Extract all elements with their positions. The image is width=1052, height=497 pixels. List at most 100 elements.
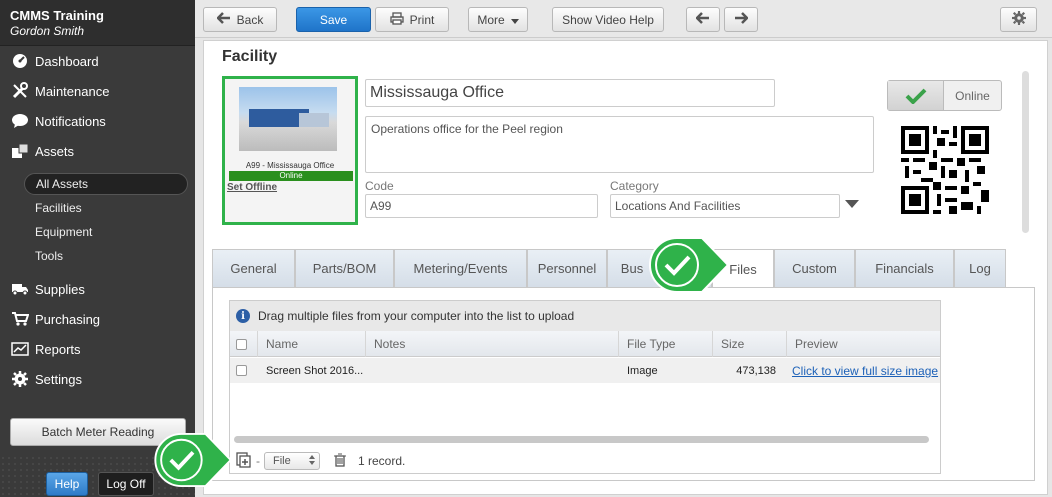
- nav-maintenance[interactable]: Maintenance: [0, 77, 195, 105]
- col-name[interactable]: Name: [257, 331, 365, 357]
- select-all-cell: [230, 331, 257, 357]
- qr-code-icon: [901, 126, 989, 214]
- back-button[interactable]: Back: [203, 7, 277, 32]
- col-file-type[interactable]: File Type: [618, 331, 712, 357]
- user-name: Gordon Smith: [10, 24, 85, 38]
- photo-caption: A99 - Mississauga Office: [245, 161, 335, 170]
- tab-personnel[interactable]: Personnel: [527, 249, 607, 287]
- settings-button[interactable]: [1000, 7, 1037, 32]
- facility-photo[interactable]: [239, 87, 337, 151]
- arrow-left-icon: [215, 12, 231, 27]
- facility-name-input[interactable]: Mississauga Office: [365, 79, 775, 107]
- save-button[interactable]: Save: [296, 7, 371, 32]
- photo-building-annex: [299, 113, 329, 127]
- sub-equipment[interactable]: Equipment: [24, 221, 188, 243]
- col-preview[interactable]: Preview: [786, 331, 940, 357]
- video-help-label: Show Video Help: [562, 12, 654, 27]
- back-label: Back: [236, 12, 264, 27]
- add-file-icon[interactable]: [236, 451, 252, 471]
- nav-reports[interactable]: Reports: [0, 335, 195, 363]
- next-record-button[interactable]: [724, 7, 758, 32]
- more-button[interactable]: More: [468, 7, 528, 32]
- tab-parts-bom[interactable]: Parts/BOM: [295, 249, 394, 287]
- log-off-button[interactable]: Log Off: [98, 472, 154, 496]
- tab-label: Bus: [620, 261, 644, 276]
- file-type: Image: [627, 364, 658, 377]
- print-button[interactable]: Print: [375, 7, 449, 32]
- tab-metering-events[interactable]: Metering/Events: [394, 249, 527, 287]
- row-checkbox-cell: [236, 358, 247, 383]
- set-offline-link[interactable]: Set Offline: [227, 182, 277, 193]
- tab-general[interactable]: General: [212, 249, 295, 287]
- tab-custom[interactable]: Custom: [774, 249, 855, 287]
- help-button[interactable]: Help: [46, 472, 88, 496]
- tab-label: Files: [729, 261, 757, 277]
- truck-icon: [10, 280, 30, 298]
- sub-facilities[interactable]: Facilities: [24, 197, 188, 219]
- nav-notifications[interactable]: Notifications: [0, 107, 195, 135]
- row-checkbox[interactable]: [236, 365, 247, 376]
- horizontal-scrollbar[interactable]: [234, 436, 929, 443]
- preview-link[interactable]: Click to view full size image: [792, 358, 938, 383]
- nav-label: Notifications: [35, 113, 106, 129]
- add-file-callout-icon: [154, 432, 232, 488]
- nav-assets[interactable]: Assets: [0, 137, 195, 165]
- nav-settings[interactable]: Settings: [0, 365, 195, 393]
- file-select-value: File: [273, 455, 291, 467]
- nav-label: Reports: [35, 341, 81, 357]
- code-input[interactable]: A99: [365, 194, 598, 218]
- dashboard-icon: [10, 52, 30, 70]
- chart-icon: [10, 340, 30, 358]
- online-toggle[interactable]: Online: [887, 80, 1002, 111]
- files-grid[interactable]: i Drag multiple files from your computer…: [229, 300, 941, 474]
- nav-label: Settings: [35, 371, 82, 387]
- cart-icon: [10, 310, 30, 328]
- nav-label: Purchasing: [35, 311, 101, 327]
- status-badge: Online: [229, 171, 353, 181]
- tab-financials[interactable]: Financials: [855, 249, 954, 287]
- nav-dashboard[interactable]: Dashboard: [0, 47, 195, 75]
- tools-icon: [10, 82, 30, 100]
- sub-all-assets[interactable]: All Assets: [24, 173, 188, 195]
- nav-label: Assets: [35, 143, 75, 159]
- previous-record-button[interactable]: [686, 7, 720, 32]
- boxes-icon: [10, 142, 30, 160]
- tab-label: Parts/BOM: [312, 261, 377, 276]
- show-video-help-button[interactable]: Show Video Help: [552, 7, 664, 32]
- nav-label: Maintenance: [35, 83, 110, 99]
- tab-label: General: [230, 261, 277, 276]
- col-size[interactable]: Size: [712, 331, 786, 357]
- record-tabs: General Parts/BOM Metering/Events Person…: [212, 249, 1043, 288]
- col-notes[interactable]: Notes: [365, 331, 618, 357]
- chevron-down-icon[interactable]: [845, 200, 859, 208]
- sub-tools[interactable]: Tools: [24, 245, 188, 267]
- nav-label: Supplies: [35, 281, 85, 297]
- tab-label: Personnel: [537, 261, 597, 276]
- trash-icon[interactable]: [334, 452, 346, 470]
- description-textarea[interactable]: Operations office for the Peel region: [365, 116, 874, 173]
- grid-header: Name Notes File Type Size Preview: [230, 331, 940, 357]
- facility-photo-card: A99 - Mississauga Office Online Set Offl…: [222, 76, 358, 225]
- category-select[interactable]: Locations And Facilities: [610, 194, 840, 218]
- tab-label: Log: [969, 261, 991, 276]
- facility-panel: Facility A99 - Mississauga Office Online…: [203, 40, 1048, 495]
- file-type-select[interactable]: File: [264, 452, 320, 470]
- arrow-left-icon: [695, 12, 710, 27]
- code-label: Code: [365, 179, 394, 193]
- printer-icon: [390, 11, 404, 28]
- select-all-checkbox[interactable]: [236, 338, 247, 350]
- tab-label: Metering/Events: [413, 261, 508, 276]
- category-label: Category: [610, 179, 659, 193]
- vertical-scrollbar[interactable]: [1022, 71, 1029, 233]
- caret-down-icon: [510, 13, 519, 27]
- tab-label: Custom: [792, 261, 837, 276]
- checkmark-icon[interactable]: [888, 81, 944, 110]
- arrow-right-icon: [734, 12, 749, 27]
- gear-icon: [1011, 11, 1026, 28]
- table-row[interactable]: Screen Shot 2016... Image 473,138 Click …: [230, 358, 940, 383]
- nav-purchasing[interactable]: Purchasing: [0, 305, 195, 333]
- tab-log[interactable]: Log: [954, 249, 1006, 287]
- chat-bubble-icon: [10, 112, 30, 130]
- page-title: Facility: [222, 48, 278, 65]
- nav-supplies[interactable]: Supplies: [0, 275, 195, 303]
